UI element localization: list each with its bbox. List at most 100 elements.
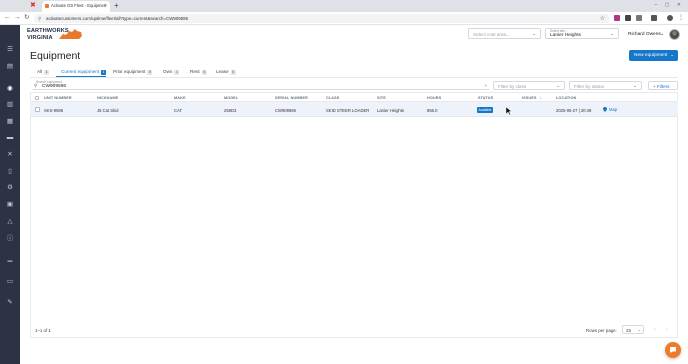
avatar[interactable] [669,29,680,40]
cost-area-select[interactable]: Select cost area... ⌄ [468,28,541,39]
map-link[interactable]: Map [609,107,617,112]
column-header-model[interactable]: MODEL [224,96,238,100]
new-tab-button[interactable]: + [114,1,119,10]
cell-model: 259D3 [224,108,237,113]
rows-per-page-value: 25 [626,328,631,333]
tab-title: Activate OS Fleet - Equipmen [51,3,107,8]
company-logo[interactable]: EARTHWORKS VIRGINIA [27,28,83,42]
select-all-checkbox[interactable] [35,96,39,100]
filters-button[interactable]: + Filters [648,81,678,90]
address-bar[interactable]: ⚲ activatecustomers.com/uptime/fleet/all… [34,14,610,23]
tab-count-badge: 0 [147,70,153,75]
page-title: Equipment [30,50,81,62]
virginia-map-icon [59,29,82,39]
rows-per-page-label: Rows per page: [586,328,617,333]
browser-tab-active[interactable]: Activate OS Fleet - Equipmen × [42,1,110,12]
tab-count-badge: 0 [201,70,207,75]
class-filter-placeholder: Filter by class [498,84,527,89]
info-icon[interactable]: ⓘ [6,235,14,243]
browser-profile-icon[interactable] [667,15,673,21]
tab-label: Lease [216,69,229,74]
back-icon[interactable]: ← [4,14,11,22]
column-header-status[interactable]: STATUS [478,96,493,100]
clear-search-icon[interactable]: × [484,83,487,88]
search-input[interactable]: CW909596 [42,84,66,89]
search-field[interactable]: Search equipment ⚲ CW909596 × [33,80,489,90]
truck-icon[interactable]: ▬ [6,134,14,142]
tab-close-icon[interactable]: × [104,3,107,9]
tab-count-badge: 1 [174,70,180,75]
column-header-serial-number[interactable]: SERIAL NUMBER [275,96,308,100]
tab-lease[interactable]: Lease 0 [216,67,236,77]
sidepanel-icon[interactable] [651,15,657,21]
column-header-issues[interactable]: ISSUES [522,96,537,100]
column-header-location[interactable]: LOCATION [556,96,576,100]
user-menu-chevron-icon[interactable]: ⌄ [660,31,664,37]
tab-all[interactable]: All 1 [37,67,50,77]
column-header-nickname[interactable]: NICKNAME [97,96,118,100]
new-equipment-button[interactable]: New equipment ⌄ [629,50,678,61]
mouse-cursor-icon [506,107,512,115]
chevron-down-icon: ⌄ [556,83,560,88]
wrench-icon[interactable]: ✎ [6,299,14,307]
site-select[interactable]: Select site... Lanier Heights ⌄ [545,28,619,39]
dashboard-icon[interactable]: ▤ [6,63,14,71]
calendar-icon[interactable]: ▣ [6,201,14,209]
browser-menu-icon[interactable]: ⋮ [678,14,684,21]
column-header-class[interactable]: CLASS [326,96,339,100]
reload-icon[interactable]: ↻ [24,14,29,22]
previous-page-icon[interactable]: ‹ [654,327,656,333]
tab-label: Own [163,69,173,74]
cell-nickname: J5 Cat Skid [97,108,119,113]
people-icon[interactable]: ◉ [6,85,14,93]
column-header-hours[interactable]: HOURS [427,96,441,100]
alert-icon[interactable]: △ [6,218,14,226]
equipment-table [30,92,678,338]
chat-bubble-icon [670,347,676,353]
document-icon[interactable]: ▯ [6,168,14,176]
bookmark-star-icon[interactable]: ☆ [600,15,605,22]
next-page-icon[interactable]: › [666,327,668,333]
tab-own[interactable]: Own 1 [163,67,180,77]
extension-icon[interactable] [614,15,620,21]
tab-label: Prior equipment [113,69,146,74]
sort-icon[interactable]: ↕ [540,96,542,100]
reports-icon[interactable]: ▦ [6,118,14,126]
cell-unit-number[interactable]: SKS-9596 [44,108,63,113]
menu-icon[interactable]: ☰ [6,46,14,54]
rows-per-page-select[interactable]: 25 ⌄ [622,325,644,334]
tab-label: Rent [190,69,200,74]
app-sidebar: ☰ ▤ ◉ ▥ ▦ ▬ ✕ ▯ ⚙ ▣ △ ⓘ ▁ ▭ ✎ [0,25,20,364]
tab-count-badge: 1 [101,70,107,75]
settings-icon[interactable]: ⚙ [6,184,14,192]
window-controls[interactable] [3,3,21,16]
extension-shield-icon[interactable] [625,15,631,21]
tab-strip-icon[interactable]: ✖ [30,2,36,10]
tab-rent[interactable]: Rent 0 [190,67,207,77]
chat-button[interactable] [665,342,681,358]
user-name[interactable]: Richard Owens [628,32,661,37]
tab-label: All [37,69,43,74]
status-filter-select[interactable]: Filter by status ⌄ [569,81,642,90]
status-filter-placeholder: Filter by status [574,84,604,89]
tools-icon[interactable]: ✕ [6,151,14,159]
column-header-unit-number[interactable]: UNIT NUMBER [44,96,72,100]
chart-icon[interactable]: ▁ [6,255,14,263]
tab-label: Current equipment [61,69,100,74]
url-text: activatecustomers.com/uptime/fleet/all?t… [46,16,189,21]
column-header-make[interactable]: MAKE [174,96,186,100]
extensions-puzzle-icon[interactable] [636,15,642,21]
site-info-icon[interactable]: ⚲ [38,16,41,22]
chevron-down-icon: ⌄ [670,52,674,57]
analytics-icon[interactable]: ▥ [6,101,14,109]
inbox-icon[interactable]: ▭ [6,278,14,286]
forward-icon[interactable]: → [14,14,21,22]
window-buttons[interactable]: – ▢ ✕ [655,2,684,8]
column-header-site[interactable]: SITE [377,96,386,100]
class-filter-select[interactable]: Filter by class ⌄ [493,81,565,90]
cell-site: Lanier Heights [377,108,405,113]
tab-prior-equipment[interactable]: Prior equipment 0 [113,67,153,77]
map-pin-icon [603,107,607,112]
chevron-down-icon: ⌄ [610,31,614,36]
row-checkbox[interactable] [35,107,40,112]
